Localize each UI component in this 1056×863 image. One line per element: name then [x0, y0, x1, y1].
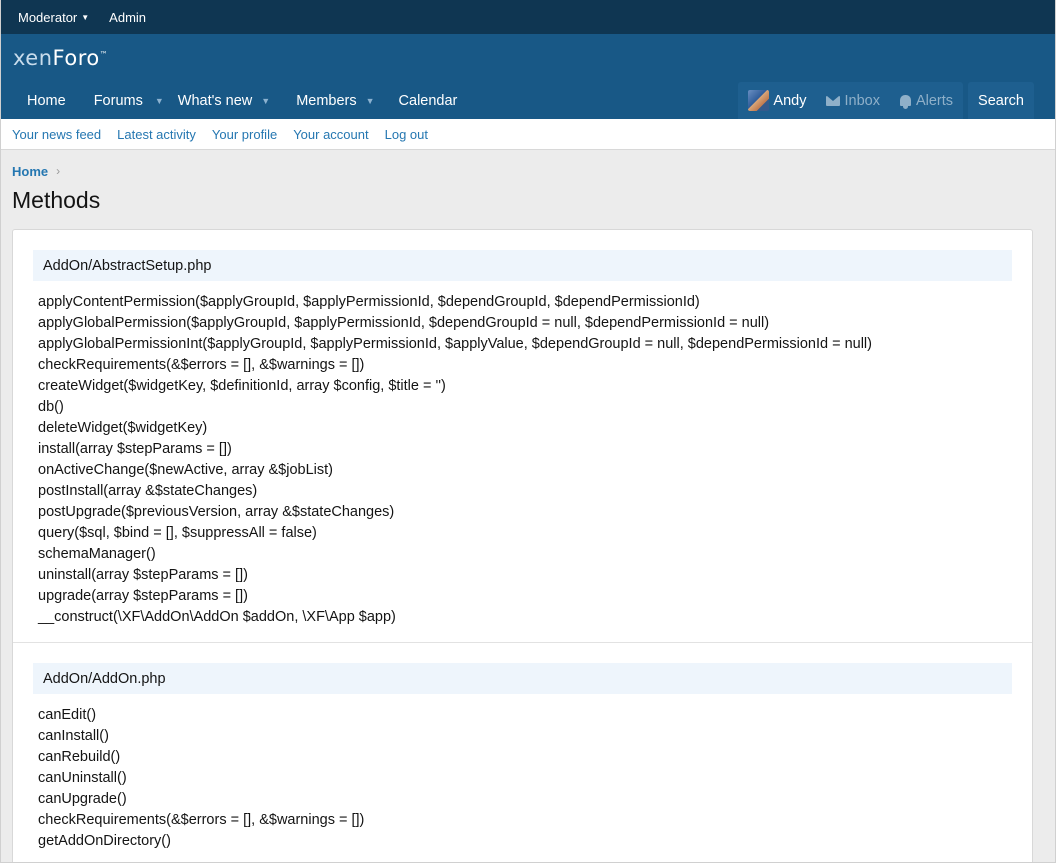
method-item: query($sql, $bind = [], $suppressAll = f…	[38, 525, 317, 541]
file-section: AddOn/AbstractSetup.php applyContentPermi…	[13, 230, 1032, 642]
sub-nav: Your news feed Latest activity Your prof…	[1, 119, 1055, 150]
method-item: createWidget($widgetKey, $definitionId, …	[38, 378, 446, 394]
subnav-latest-activity[interactable]: Latest activity	[117, 127, 196, 142]
method-item: postUpgrade($previousVersion, array &$st…	[38, 504, 395, 520]
method-item: canInstall()	[38, 728, 109, 744]
method-item: deleteWidget($widgetKey)	[38, 420, 208, 436]
method-item: schemaManager()	[38, 546, 156, 562]
tab-forums[interactable]: Forums ▼	[80, 82, 178, 119]
bell-icon	[899, 95, 911, 109]
alerts-button[interactable]: Alerts	[890, 82, 963, 119]
avatar	[748, 90, 770, 111]
inbox-label: Inbox	[844, 92, 880, 109]
tab-home-label: Home	[27, 92, 66, 109]
method-item: checkRequirements(&$errors = [], &$warni…	[38, 812, 365, 828]
method-item: postInstall(array &$stateChanges)	[38, 483, 258, 499]
account-button[interactable]: Andy	[738, 82, 816, 119]
method-item: canUninstall()	[38, 770, 127, 786]
username: Andy	[773, 92, 807, 109]
admin-link[interactable]: Admin	[109, 10, 146, 25]
moderator-menu[interactable]: Moderator ▼	[18, 10, 89, 25]
subnav-log-out[interactable]: Log out	[385, 127, 428, 142]
method-item: checkRequirements(&$errors = [], &$warni…	[38, 357, 365, 373]
inbox-button[interactable]: Inbox	[816, 82, 889, 119]
methods-block: AddOn/AbstractSetup.php applyContentPermi…	[12, 229, 1033, 862]
method-item: applyGlobalPermission($applyGroupId, $ap…	[38, 315, 770, 331]
method-item: applyContentPermission($applyGroupId, $a…	[38, 294, 700, 310]
logo-tm: ™	[99, 50, 109, 59]
tab-whats-new-label: What's new	[177, 92, 253, 109]
chevron-right-icon: ›	[56, 164, 61, 178]
method-item: canUpgrade()	[38, 791, 127, 807]
staff-bar: Moderator ▼ Admin	[1, 0, 1055, 34]
file-header: AddOn/AddOn.php	[33, 663, 1012, 694]
page: Moderator ▼ Admin xenForo™ Home Forums ▼…	[0, 0, 1056, 863]
breadcrumb: Home ›	[1, 150, 1055, 180]
method-item: applyGlobalPermissionInt($applyGroupId, …	[38, 336, 872, 352]
chevron-down-icon: ▼	[81, 12, 90, 22]
subnav-your-account[interactable]: Your account	[293, 127, 368, 142]
method-item: canRebuild()	[38, 749, 121, 765]
subnav-your-profile[interactable]: Your profile	[212, 127, 277, 142]
user-group: Andy Inbox Alerts	[738, 82, 964, 119]
tab-whats-new[interactable]: What's new ▼	[178, 82, 284, 119]
tab-home[interactable]: Home	[13, 82, 80, 119]
subnav-news-feed[interactable]: Your news feed	[12, 127, 101, 142]
method-item: __construct(\XF\AddOn\AddOn $addOn, \XF\…	[38, 609, 396, 625]
search-button[interactable]: Search	[968, 82, 1034, 119]
chevron-down-icon[interactable]: ▼	[366, 96, 375, 106]
alerts-label: Alerts	[915, 92, 954, 109]
tab-members-label: Members	[296, 92, 357, 109]
method-item: onActiveChange($newActive, array &$jobLi…	[38, 462, 333, 478]
breadcrumb-home[interactable]: Home	[12, 164, 48, 179]
tab-members[interactable]: Members ▼	[284, 82, 388, 119]
method-item: install(array $stepParams = [])	[38, 441, 232, 457]
file-section: AddOn/AddOn.php canEdit() canInstall() canR…	[13, 642, 1032, 862]
tab-forums-label: Forums	[93, 92, 143, 109]
user-nav: Andy Inbox Alerts Search	[738, 82, 1034, 119]
method-item: getAddOnDirectory()	[38, 833, 171, 849]
chevron-down-icon[interactable]: ▼	[261, 96, 270, 106]
logo[interactable]: xenForo™	[13, 46, 108, 70]
envelope-icon	[826, 95, 841, 106]
method-item: uninstall(array $stepParams = [])	[38, 567, 248, 583]
method-item: canEdit()	[38, 707, 97, 723]
moderator-label: Moderator	[18, 9, 78, 25]
method-list: applyContentPermission($applyGroupId, $a…	[33, 281, 1012, 642]
logo-part1: xen	[13, 46, 53, 70]
tab-calendar-label: Calendar	[398, 92, 458, 109]
site-header: xenForo™	[1, 34, 1055, 82]
page-title: Methods	[12, 187, 101, 213]
method-item: db()	[38, 399, 64, 415]
method-item: upgrade(array $stepParams = [])	[38, 588, 248, 604]
search-label: Search	[978, 92, 1024, 109]
tab-calendar[interactable]: Calendar	[389, 82, 472, 119]
chevron-down-icon[interactable]: ▼	[155, 96, 164, 106]
method-list: canEdit() canInstall() canRebuild() canUnin…	[33, 694, 1012, 862]
file-header: AddOn/AbstractSetup.php	[33, 250, 1012, 281]
logo-part2: Foro	[52, 46, 100, 70]
main-nav: Home Forums ▼ What's new ▼ Members ▼ Cal…	[1, 82, 1055, 119]
